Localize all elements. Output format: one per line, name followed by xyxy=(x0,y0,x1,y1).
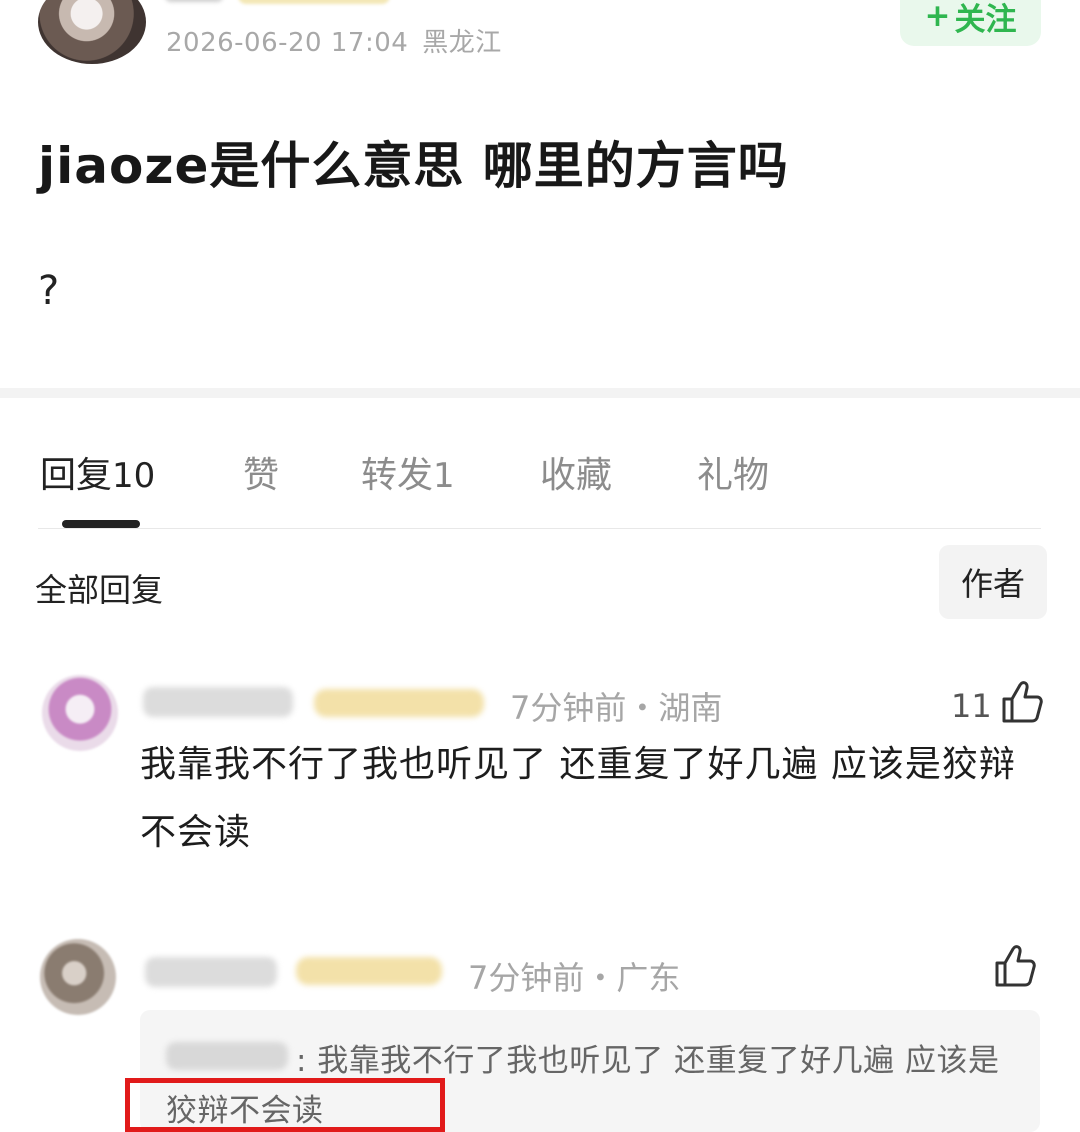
tab-reposts[interactable]: 转发1 xyxy=(361,446,455,498)
tab-replies-label: 回复 xyxy=(40,455,113,496)
like-button[interactable]: 11 xyxy=(951,679,1044,733)
user-badge-blurred xyxy=(238,0,390,4)
active-tab-indicator xyxy=(62,520,140,528)
comment-meta: 7分钟前・广东 xyxy=(468,959,681,997)
comment-meta: 7分钟前・湖南 xyxy=(510,689,723,727)
plus-icon: + xyxy=(924,0,951,34)
thumbs-up-icon xyxy=(1000,679,1044,733)
thumbs-up-icon xyxy=(993,943,1037,997)
avatar[interactable] xyxy=(38,0,146,64)
tab-reposts-label: 转发 xyxy=(361,455,434,496)
post-body: ? xyxy=(38,268,60,314)
post-title: jiaoze是什么意思 哪里的方言吗 xyxy=(38,137,789,195)
highlight-annotation xyxy=(125,1078,445,1132)
comment-item: 7分钟前・湖南 11 我靠我不行了我也听见了 还重复了好几遍 应该是狡辩不会读 xyxy=(0,665,1080,885)
tab-favorites[interactable]: 收藏 xyxy=(540,446,612,498)
like-button[interactable] xyxy=(993,943,1037,997)
commenter-badge-blurred xyxy=(296,957,442,985)
author-filter-button[interactable]: 作者 xyxy=(939,545,1047,619)
follow-label: 关注 xyxy=(954,1,1017,38)
tab-gifts[interactable]: 礼物 xyxy=(697,446,769,498)
section-divider xyxy=(0,388,1080,398)
post-meta: 2026-06-20 17:04 黑龙江 xyxy=(166,22,502,59)
tab-replies[interactable]: 回复10 xyxy=(40,446,155,498)
tab-likes-label: 赞 xyxy=(243,455,280,496)
tab-bar: 回复10 赞 转发1 收藏 礼物 xyxy=(0,446,1080,506)
commenter-avatar[interactable] xyxy=(40,939,116,1015)
tab-replies-count: 10 xyxy=(112,456,156,496)
commenter-avatar[interactable] xyxy=(42,675,118,751)
tabs-divider xyxy=(38,528,1041,529)
username-blurred[interactable] xyxy=(165,0,223,2)
comment-text: 我靠我不行了我也听见了 还重复了好几遍 应该是狡辩不会读 xyxy=(140,744,1016,853)
all-replies-label: 全部回复 xyxy=(35,571,164,609)
commenter-name-blurred[interactable] xyxy=(143,687,293,717)
like-count: 11 xyxy=(951,687,992,725)
commenter-badge-blurred xyxy=(314,689,484,717)
tab-gifts-label: 礼物 xyxy=(697,455,770,496)
post-time: 2026-06-20 17:04 xyxy=(166,28,409,58)
tab-favorites-label: 收藏 xyxy=(540,455,613,496)
commenter-name-blurred[interactable] xyxy=(145,957,277,987)
reply-filter-row: 全部回复 作者 xyxy=(0,545,1080,621)
follow-button[interactable]: + 关注 xyxy=(900,0,1041,46)
post-location: 黑龙江 xyxy=(422,28,502,58)
post-header: 2026-06-20 17:04 黑龙江 + 关注 xyxy=(0,0,1080,80)
tab-likes[interactable]: 赞 xyxy=(243,446,279,498)
tab-reposts-count: 1 xyxy=(433,456,455,496)
